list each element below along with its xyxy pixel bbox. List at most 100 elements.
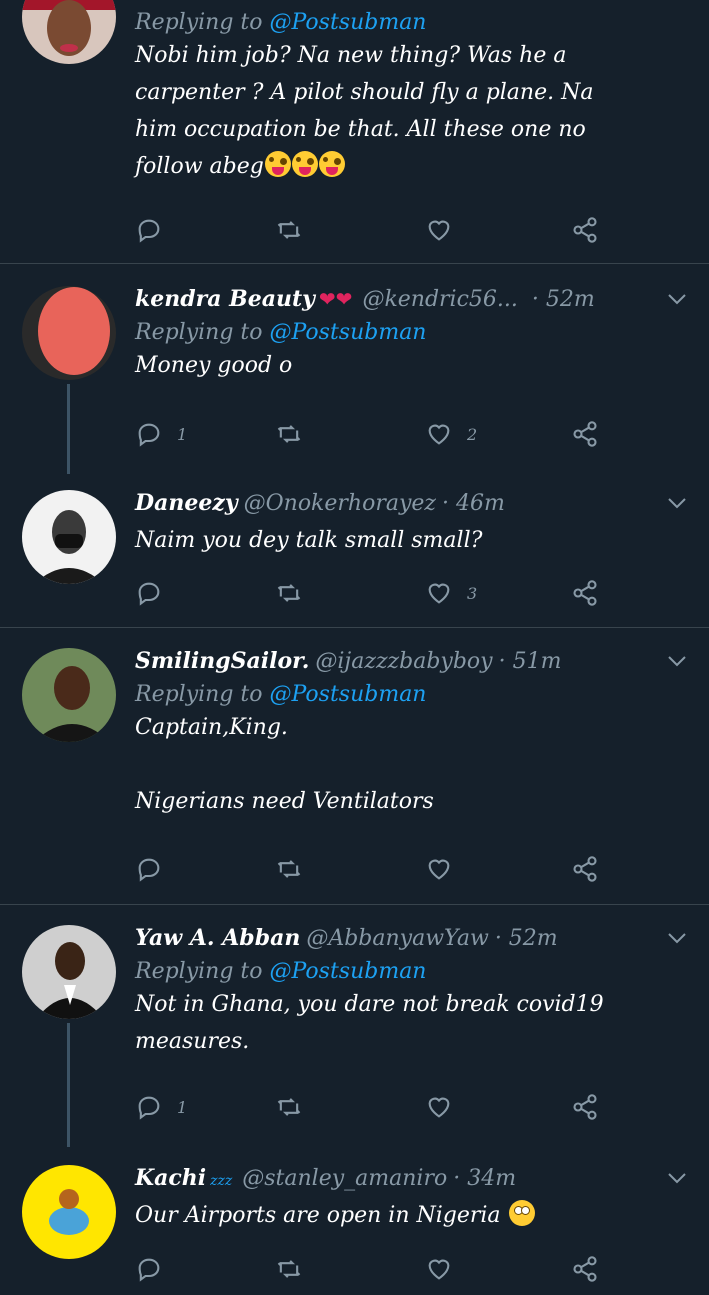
tweet-header: Yaw A. Abban @AbbanyawYaw · 52m xyxy=(135,925,689,955)
retweet-icon xyxy=(277,221,301,239)
retweet-icon xyxy=(277,425,301,443)
avatar[interactable] xyxy=(22,286,116,380)
mention-link[interactable]: @Postsubman xyxy=(270,682,427,707)
retweet-icon xyxy=(277,1260,301,1278)
timestamp[interactable]: · 52m xyxy=(532,287,595,312)
retweet-button[interactable] xyxy=(275,1091,303,1123)
avatar[interactable] xyxy=(22,1165,116,1259)
share-button[interactable] xyxy=(571,1253,599,1285)
replying-to-line: Replying to @Postsubman xyxy=(135,10,689,35)
tweet[interactable]: Daneezy @Onokerhorayez · 46m Naim you de… xyxy=(0,472,709,624)
face-with-rolling-eyes-emoji xyxy=(508,1200,535,1226)
tweet-header: kendra Beauty ❤❤ @kendric56... · 52m xyxy=(135,286,689,316)
retweet-button[interactable] xyxy=(275,418,303,450)
retweet-button[interactable] xyxy=(275,853,303,885)
retweet-button[interactable] xyxy=(275,1253,303,1285)
display-name[interactable]: Daneezy xyxy=(135,490,238,516)
zany-face-emoji xyxy=(264,151,291,177)
user-handle[interactable]: @AbbanyawYaw xyxy=(306,926,488,951)
zany-face-emoji xyxy=(318,151,345,177)
replying-to-label: Replying to xyxy=(135,959,263,984)
display-name[interactable]: SmilingSailor. xyxy=(135,648,309,674)
like-button[interactable] xyxy=(425,214,467,246)
chevron-down-icon[interactable] xyxy=(665,1169,689,1187)
display-name[interactable]: Yaw A. Abban xyxy=(135,925,300,951)
retweet-button[interactable] xyxy=(275,577,303,609)
tweet-actions xyxy=(135,853,615,885)
reply-button[interactable] xyxy=(135,1253,177,1285)
tweet[interactable]: kendra Beauty ❤❤ @kendric56... · 52m Rep… xyxy=(0,264,709,474)
reply-button[interactable] xyxy=(135,853,177,885)
share-button[interactable] xyxy=(571,853,599,885)
reply-button[interactable]: 1 xyxy=(135,418,187,450)
share-icon xyxy=(573,421,597,447)
replying-to-line: Replying to @Postsubman xyxy=(135,682,689,707)
heart-icon xyxy=(428,1097,450,1118)
user-handle[interactable]: @Onokerhorayez xyxy=(244,491,436,516)
thread-line xyxy=(67,384,70,474)
share-icon xyxy=(573,580,597,606)
avatar[interactable] xyxy=(22,925,116,1019)
mention-link[interactable]: @Postsubman xyxy=(270,959,427,984)
like-button[interactable] xyxy=(425,853,467,885)
tweet-text: Nobi him job? Na new thing? Was he a car… xyxy=(135,37,689,185)
chevron-down-icon[interactable] xyxy=(665,929,689,947)
retweet-icon xyxy=(277,1098,301,1116)
share-button[interactable] xyxy=(571,418,599,450)
reply-icon xyxy=(138,423,160,447)
tweet-actions: 1 xyxy=(135,1091,615,1123)
mention-link[interactable]: @Postsubman xyxy=(270,320,427,345)
retweet-button[interactable] xyxy=(275,214,303,246)
chevron-down-icon[interactable] xyxy=(665,494,689,512)
mention-link[interactable]: @Postsubman xyxy=(270,10,427,35)
chevron-down-icon[interactable] xyxy=(665,290,689,308)
tweet[interactable]: Replying to @Postsubman Nobi him job? Na… xyxy=(0,0,709,262)
reply-icon xyxy=(138,1096,160,1120)
replying-to-label: Replying to xyxy=(135,10,263,35)
tweet[interactable]: Kachi zzz @stanley_amaniro · 34m Our Air… xyxy=(0,1145,709,1295)
zany-face-emoji xyxy=(291,151,318,177)
retweet-icon xyxy=(277,584,301,602)
avatar[interactable] xyxy=(22,490,116,584)
user-handle[interactable]: @stanley_amaniro xyxy=(242,1166,447,1191)
replying-to-line: Replying to @Postsubman xyxy=(135,959,689,984)
display-name[interactable]: kendra Beauty xyxy=(135,286,315,312)
like-button[interactable]: 2 xyxy=(425,418,477,450)
timestamp[interactable]: · 52m xyxy=(495,926,558,951)
tweet-actions xyxy=(135,1253,615,1285)
like-button[interactable] xyxy=(425,1253,467,1285)
replying-to-label: Replying to xyxy=(135,320,263,345)
like-button[interactable]: 3 xyxy=(425,577,477,609)
like-count: 3 xyxy=(467,583,478,603)
reply-icon xyxy=(138,219,160,243)
timestamp[interactable]: · 34m xyxy=(453,1166,516,1191)
tweet[interactable]: SmilingSailor. @ijazzzbabyboy · 51m Repl… xyxy=(0,628,709,904)
like-button[interactable] xyxy=(425,1091,467,1123)
display-name[interactable]: Kachi xyxy=(135,1165,206,1191)
heart-icon xyxy=(428,424,450,445)
timestamp[interactable]: · 46m xyxy=(442,491,505,516)
retweet-icon xyxy=(277,860,301,878)
heart-icon xyxy=(428,859,450,880)
heart-icon xyxy=(428,1259,450,1280)
timestamp[interactable]: · 51m xyxy=(499,649,562,674)
share-button[interactable] xyxy=(571,1091,599,1123)
reply-button[interactable]: 1 xyxy=(135,1091,187,1123)
tweet[interactable]: Yaw A. Abban @AbbanyawYaw · 52m Replying… xyxy=(0,905,709,1147)
share-button[interactable] xyxy=(571,214,599,246)
user-handle[interactable]: @kendric56... xyxy=(362,287,517,312)
user-handle[interactable]: @ijazzzbabyboy xyxy=(315,649,492,674)
reply-button[interactable] xyxy=(135,214,177,246)
reply-icon xyxy=(138,582,160,606)
tweet-actions: 3 xyxy=(135,577,615,609)
share-button[interactable] xyxy=(571,577,599,609)
reply-button[interactable] xyxy=(135,577,177,609)
reply-count: 1 xyxy=(177,1097,188,1117)
like-count: 2 xyxy=(467,424,478,444)
avatar[interactable] xyxy=(22,0,116,64)
avatar[interactable] xyxy=(22,648,116,742)
tweet-header: SmilingSailor. @ijazzzbabyboy · 51m xyxy=(135,648,689,678)
tweet-actions xyxy=(135,214,615,246)
thread-line xyxy=(67,1023,70,1147)
chevron-down-icon[interactable] xyxy=(665,652,689,670)
